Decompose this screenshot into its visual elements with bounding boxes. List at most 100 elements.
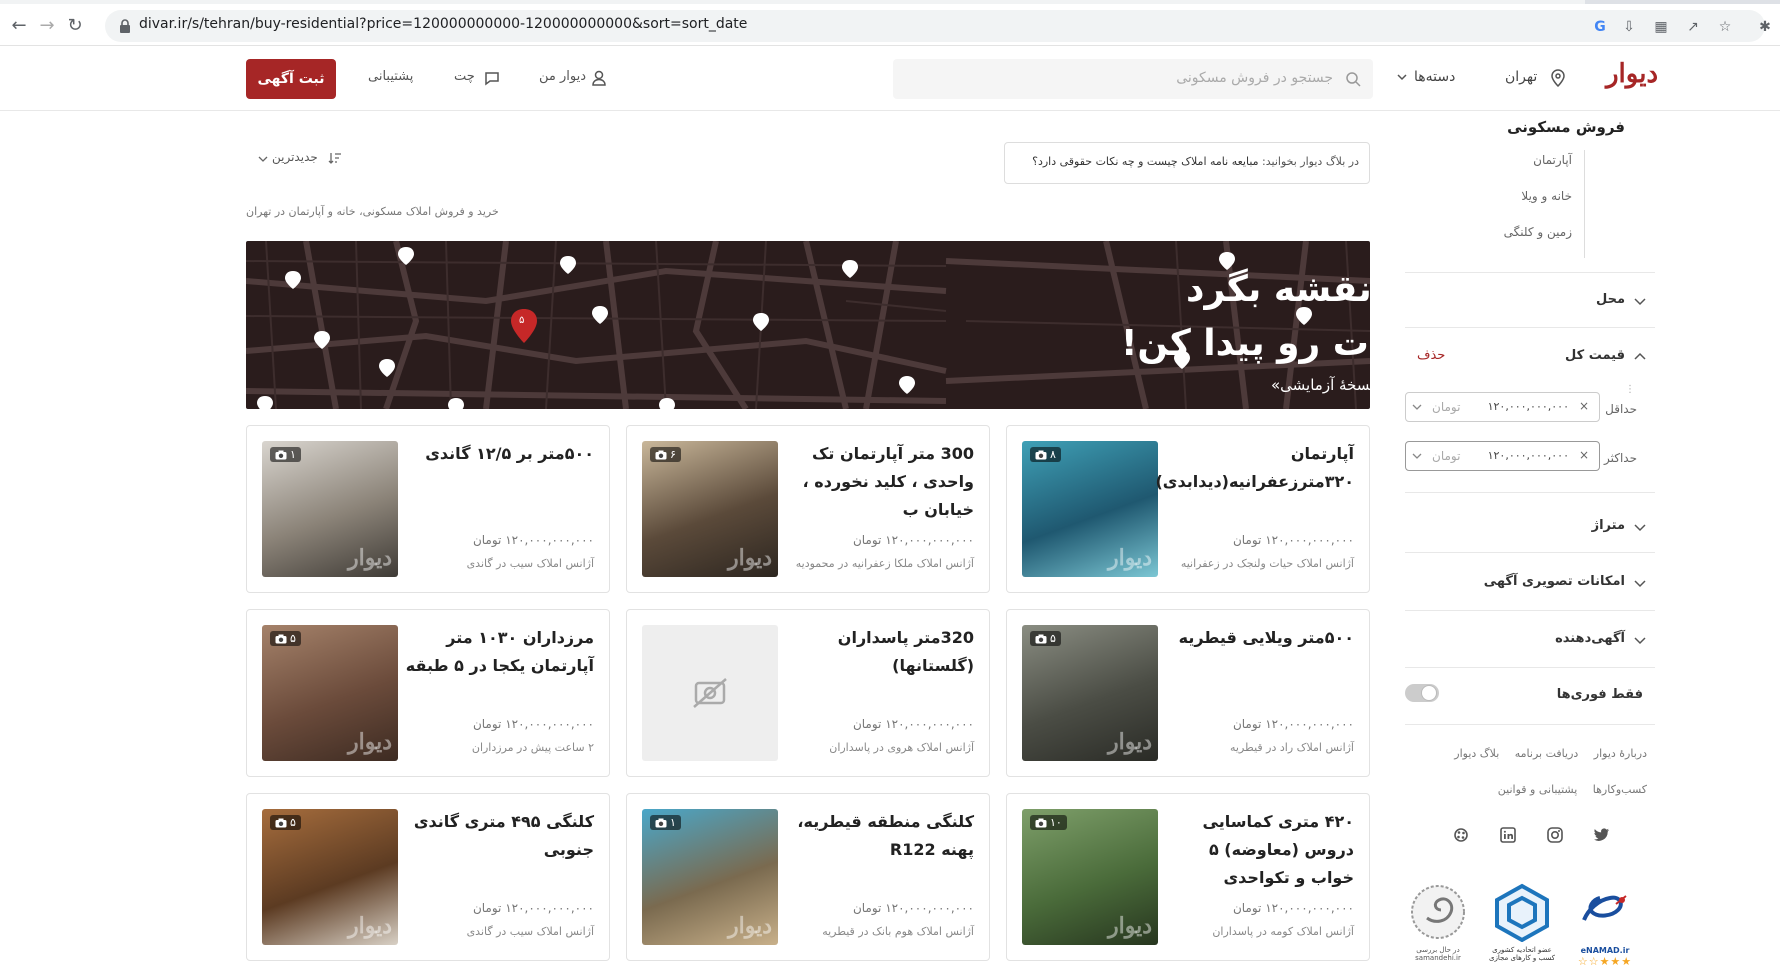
camera-icon xyxy=(655,450,667,459)
city-selector[interactable]: تهران xyxy=(1505,69,1537,85)
enamad-stars: ★★★☆☆ xyxy=(1577,955,1633,968)
listing-thumbnail[interactable]: دیوار ۵ xyxy=(262,809,398,945)
sort-selector[interactable]: جدیدترین xyxy=(272,150,318,164)
businesses-link[interactable]: کسب‌وکارها xyxy=(1593,783,1647,796)
unit-label: تومان xyxy=(1432,449,1461,463)
instagram-icon[interactable] xyxy=(1546,826,1564,844)
category-title[interactable]: فروش مسکونی xyxy=(1507,118,1625,136)
listing-meta: ۲ ساعت پیش در مرزداران xyxy=(471,741,594,754)
blog-suggestion[interactable]: در بلاگ دیوار بخوانید: مبایعه نامه املاک… xyxy=(1004,142,1370,184)
listing-thumbnail[interactable]: دیوار ۸ xyxy=(1022,441,1158,577)
divar-logo[interactable]: دیوار xyxy=(1606,59,1658,89)
translate-icon[interactable]: ▦ xyxy=(1652,18,1670,36)
listing-card[interactable]: 320متر پاسداران (گلستانها) ۱۲۰,۰۰۰,۰۰۰,۰۰… xyxy=(626,609,990,777)
filter-advertiser[interactable]: آگهی‌دهنده xyxy=(1405,629,1655,653)
map-search-banner[interactable]: روی نقشه بگرد خونه‌ات رو پیدا کن! «نسخهٔ… xyxy=(246,241,1370,409)
browser-toolbar: ← → ↻ divar.ir/s/tehran/buy-residential?… xyxy=(0,4,1780,46)
listing-card[interactable]: دیوار ۸ آپارتمان ۳۲۰مترزعفرانیه(دیدابدی) ۱۲… xyxy=(1006,425,1370,593)
banner-headline-1: روی نقشه بگرد xyxy=(1186,269,1370,310)
blog-link[interactable]: بلاگ دیوار xyxy=(1454,747,1499,760)
sort-icon xyxy=(328,153,341,164)
post-ad-button[interactable]: ثبت آگهی xyxy=(246,59,336,99)
listing-thumbnail[interactable]: دیوار ۵ xyxy=(262,625,398,761)
support-link[interactable]: پشتیبانی xyxy=(368,69,413,84)
bookmark-star-icon[interactable]: ☆ xyxy=(1716,18,1734,36)
listing-card[interactable]: دیوار ۱ کلنگی منطقه قیطریه، پهنه R122 ۱۲۰,۰… xyxy=(626,793,990,961)
listing-thumbnail[interactable]: دیوار ۱۰ xyxy=(1022,809,1158,945)
watermark: دیوار xyxy=(1107,913,1152,939)
google-icon[interactable]: G xyxy=(1591,18,1609,36)
divider xyxy=(1405,327,1655,328)
photo-count-badge: ۶ xyxy=(650,447,681,462)
listing-thumbnail[interactable]: دیوار ۶ xyxy=(642,441,778,577)
min-price-field[interactable]: × ۱۲۰,۰۰۰,۰۰۰,۰۰۰ تومان xyxy=(1405,392,1600,422)
page-description: خرید و فروش املاک مسکونی، خانه و آپارتما… xyxy=(246,205,499,218)
categories-menu[interactable]: دسته‌ها xyxy=(1414,69,1455,85)
listing-title[interactable]: 300 متر آپارتمان تک واحدی ، کلید نخورده … xyxy=(784,440,974,524)
back-icon[interactable]: ← xyxy=(6,13,32,39)
photo-count-badge: ۱۰ xyxy=(1030,815,1067,830)
listing-title[interactable]: ۵۰۰متر ویلایی قیطریه xyxy=(1164,624,1354,652)
reload-icon[interactable]: ↻ xyxy=(62,13,88,39)
install-icon[interactable]: ⇩ xyxy=(1620,18,1638,36)
union-badge[interactable]: عضو اتحادیه کشوری کسب و کارهای مجازی xyxy=(1487,882,1557,972)
listing-title[interactable]: ۴۲۰ متری کماسایی دروس (معاوضه) ۵ خواب و … xyxy=(1164,808,1354,892)
listing-title[interactable]: مرزداران ۱۰۳۰ متر آپارتمان یکجا در ۵ طبق… xyxy=(404,624,594,680)
samandehi-text: samandehi.ir xyxy=(1415,954,1461,962)
chat-link[interactable]: چت xyxy=(454,69,475,84)
share-icon[interactable]: ↗ xyxy=(1684,18,1702,36)
instant-only-label: فقط فوری‌ها xyxy=(1556,687,1643,702)
search-input[interactable]: جستجو در فروش مسکونی xyxy=(893,59,1373,99)
my-divar-link[interactable]: دیوار من xyxy=(539,69,586,84)
filter-area[interactable]: متراژ xyxy=(1405,516,1655,540)
listing-meta: آژانس املاک کومه در پاسداران xyxy=(1212,925,1354,938)
divider xyxy=(1405,492,1655,493)
listing-card[interactable]: دیوار ۱ ۵۰۰متر بر ۱۲/۵ گاندی ۱۲۰,۰۰۰,۰۰۰,۰۰… xyxy=(246,425,610,593)
listing-price: ۱۲۰,۰۰۰,۰۰۰,۰۰۰ تومان xyxy=(852,717,974,731)
banner-beta-note: «نسخهٔ آزمایشی» xyxy=(1271,376,1370,394)
min-price-value: ۱۲۰,۰۰۰,۰۰۰,۰۰۰ xyxy=(1487,400,1569,413)
max-price-field[interactable]: × ۱۲۰,۰۰۰,۰۰۰,۰۰۰ تومان xyxy=(1405,441,1600,471)
twitter-icon[interactable] xyxy=(1593,826,1611,844)
filter-total-price[interactable]: قیمت کل حذف xyxy=(1405,346,1655,370)
forward-icon[interactable]: → xyxy=(34,13,60,39)
photo-count: ۱ xyxy=(670,816,676,829)
listing-title[interactable]: کلنگی منطقه قیطریه، پهنه R122 xyxy=(784,808,974,864)
listing-thumbnail[interactable]: دیوار ۱ xyxy=(262,441,398,577)
camera-icon xyxy=(275,634,287,643)
filter-image-features[interactable]: امکانات تصویری آگهی xyxy=(1405,572,1655,596)
listing-thumbnail[interactable]: دیوار ۵ xyxy=(1022,625,1158,761)
subcategory-land[interactable]: زمین و کلنگی xyxy=(1504,222,1572,258)
support-rules-link[interactable]: پشتیبانی و قوانین xyxy=(1498,783,1577,796)
listing-meta: آژانس املاک هوم بانک در قیطریه xyxy=(822,925,974,938)
listing-title[interactable]: کلنگی ۴۹۵ متری گاندی جنوبی xyxy=(404,808,594,864)
subcategory-villa[interactable]: خانه و ویلا xyxy=(1504,186,1572,222)
linkedin-icon[interactable] xyxy=(1499,826,1517,844)
delete-price-link[interactable]: حذف xyxy=(1417,348,1445,363)
about-link[interactable]: دربارهٔ دیوار xyxy=(1594,747,1647,760)
listing-title[interactable]: آپارتمان ۳۲۰مترزعفرانیه(دیدابدی) xyxy=(1155,440,1354,496)
listing-card[interactable]: دیوار ۵ کلنگی ۴۹۵ متری گاندی جنوبی ۱۲۰,۰۰۰,… xyxy=(246,793,610,961)
enamad-badge[interactable]: eNAMAD.ir ★★★☆☆ xyxy=(1570,882,1640,972)
listing-card[interactable]: دیوار ۵ مرزداران ۱۰۳۰ متر آپارتمان یکجا در… xyxy=(246,609,610,777)
samandehi-badge[interactable]: در حال بررسی samandehi.ir xyxy=(1403,882,1473,972)
footer-links-row2: کسب‌وکارها پشتیبانی و قوانین xyxy=(1486,783,1647,796)
site-header: دیوار تهران دسته‌ها جستجو در فروش مسکونی… xyxy=(0,47,1780,111)
address-bar[interactable]: divar.ir/s/tehran/buy-residential?price=… xyxy=(105,10,1765,42)
aparat-icon[interactable] xyxy=(1452,826,1470,844)
listing-thumbnail[interactable]: دیوار ۱ xyxy=(642,809,778,945)
listing-title[interactable]: 320متر پاسداران (گلستانها) xyxy=(784,624,974,680)
listing-card[interactable]: دیوار ۱۰ ۴۲۰ متری کماسایی دروس (معاوضه) ۵ … xyxy=(1006,793,1370,961)
listing-title[interactable]: ۵۰۰متر بر ۱۲/۵ گاندی xyxy=(404,440,594,468)
filter-location[interactable]: محل xyxy=(1405,290,1655,314)
listing-thumbnail[interactable] xyxy=(642,625,778,761)
extensions-icon[interactable]: ✱ xyxy=(1756,18,1774,36)
listing-card[interactable]: دیوار ۵ ۵۰۰متر ویلایی قیطریه ۱۲۰,۰۰۰,۰۰۰,۰۰… xyxy=(1006,609,1370,777)
subcategory-apartment[interactable]: آپارتمان xyxy=(1504,150,1572,186)
instant-toggle[interactable] xyxy=(1405,684,1439,702)
listing-card[interactable]: دیوار ۶ 300 متر آپارتمان تک واحدی ، کلید ن… xyxy=(626,425,990,593)
get-app-link[interactable]: دریافت برنامه xyxy=(1515,747,1579,760)
photo-count-badge: ۵ xyxy=(270,815,301,830)
clear-icon[interactable]: × xyxy=(1579,448,1589,462)
clear-icon[interactable]: × xyxy=(1579,399,1589,413)
